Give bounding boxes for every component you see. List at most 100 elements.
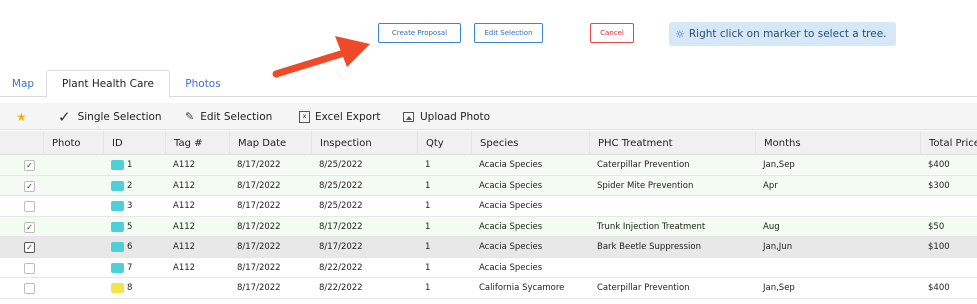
cell-id: 7 bbox=[103, 258, 165, 278]
row-checkbox[interactable]: ✓ bbox=[24, 180, 35, 192]
cell-months: Jan,Jun bbox=[763, 242, 793, 252]
table-row[interactable]: ✓ 2 A112 8/17/2022 8/25/2022 1 Acacia Species S… bbox=[0, 175, 977, 196]
table-row[interactable]: 8 8/17/2022 8/22/2022 1 California Sycamore C… bbox=[0, 278, 977, 299]
table-row[interactable]: 3 A112 8/17/2022 8/25/2022 1 Acacia Species bbox=[0, 196, 977, 217]
row-checkbox[interactable] bbox=[24, 262, 35, 274]
cell-tag: A112 bbox=[173, 262, 196, 273]
cell-total-price: $400 bbox=[928, 283, 950, 293]
column-header-months[interactable]: Months bbox=[755, 131, 920, 155]
cell-qty: 1 bbox=[425, 180, 431, 191]
single-selection-button[interactable]: ✓ Single Selection bbox=[58, 103, 162, 130]
cell-total-price bbox=[920, 258, 977, 278]
column-header-treatment[interactable]: PHC Treatment bbox=[589, 131, 755, 155]
cell-id: 2 bbox=[103, 176, 165, 196]
marker-color-swatch bbox=[111, 221, 124, 232]
cell-tag: A112 bbox=[173, 242, 196, 252]
grid-body: ✓ 1 A112 8/17/2022 8/25/2022 1 Acacia Species C… bbox=[0, 155, 977, 299]
row-checkbox[interactable]: ✓ bbox=[24, 221, 35, 233]
cell-id: 8 bbox=[103, 278, 165, 298]
column-header-species[interactable]: Species bbox=[471, 131, 589, 155]
column-header-qty[interactable]: Qty bbox=[417, 131, 471, 155]
tree-id: 8 bbox=[127, 283, 133, 293]
upload-photo-button[interactable]: Upload Photo bbox=[403, 103, 490, 130]
cell-inspection: 8/25/2022 bbox=[319, 160, 363, 170]
cell-id: 3 bbox=[103, 196, 165, 216]
cell-qty: 1 bbox=[425, 201, 431, 211]
cell-months: Aug bbox=[763, 221, 780, 232]
cell-tag: A112 bbox=[173, 201, 196, 211]
column-header-id[interactable]: ID bbox=[103, 131, 165, 155]
phc-grid: Photo ID Tag # Map Date Inspection Qty Species… bbox=[0, 131, 977, 299]
cell-total-price: $100 bbox=[928, 242, 950, 252]
marker-color-swatch bbox=[111, 242, 124, 252]
cell-total-price: $50 bbox=[928, 221, 945, 232]
excel-icon: x bbox=[299, 110, 310, 123]
cell-id: 1 bbox=[103, 155, 165, 175]
checkmark-icon: ✓ bbox=[58, 107, 71, 126]
row-checkbox[interactable]: ✓ bbox=[24, 242, 35, 253]
cell-inspection: 8/22/2022 bbox=[319, 283, 363, 293]
tree-id: 3 bbox=[127, 201, 133, 211]
row-checkbox[interactable]: ✓ bbox=[24, 160, 35, 171]
marker-color-swatch bbox=[111, 180, 124, 191]
cell-total-price: $300 bbox=[928, 180, 950, 191]
cell-tag bbox=[165, 278, 229, 298]
cell-species: Acacia Species bbox=[479, 242, 543, 252]
cell-species: Acacia Species bbox=[479, 180, 543, 191]
cell-inspection: 8/22/2022 bbox=[319, 262, 363, 273]
column-header-total-price[interactable]: Total Price bbox=[920, 131, 977, 155]
excel-export-button[interactable]: x Excel Export bbox=[299, 103, 381, 130]
cell-months bbox=[755, 258, 920, 278]
column-header-photo[interactable]: Photo bbox=[43, 131, 103, 155]
cell-species: Acacia Species bbox=[479, 201, 543, 211]
cell-tag: A112 bbox=[173, 221, 196, 232]
upload-photo-label: Upload Photo bbox=[420, 110, 491, 123]
cell-map-date: 8/17/2022 bbox=[237, 201, 281, 211]
cell-species: California Sycamore bbox=[479, 283, 565, 293]
column-header-map-date[interactable]: Map Date bbox=[229, 131, 311, 155]
cell-treatment: Trunk Injection Treatment bbox=[597, 221, 706, 232]
column-header-tag[interactable]: Tag # bbox=[165, 131, 229, 155]
table-row[interactable]: ✓ 6 A112 8/17/2022 8/17/2022 1 Acacia Species B… bbox=[0, 237, 977, 258]
marker-color-swatch bbox=[111, 201, 124, 211]
single-selection-label: Single Selection bbox=[77, 110, 162, 123]
cell-qty: 1 bbox=[425, 160, 431, 170]
row-checkbox[interactable] bbox=[24, 283, 35, 294]
tab-bar: Map Plant Health Care Photos bbox=[0, 70, 977, 98]
row-checkbox[interactable] bbox=[24, 201, 35, 212]
tab-map[interactable]: Map bbox=[0, 70, 46, 97]
tree-id: 6 bbox=[127, 242, 133, 252]
cell-months: Apr bbox=[763, 180, 778, 191]
cell-treatment: Bark Beetle Suppression bbox=[597, 242, 701, 252]
cell-treatment: Spider Mite Prevention bbox=[597, 180, 694, 191]
grid-toolbar: ★ ✓ Single Selection ✎ Edit Selection x … bbox=[0, 103, 977, 130]
edit-selection-label: Edit Selection bbox=[200, 110, 273, 123]
cell-map-date: 8/17/2022 bbox=[237, 221, 281, 232]
marker-color-swatch bbox=[111, 160, 124, 170]
cell-months: Jan,Sep bbox=[763, 283, 795, 293]
table-row[interactable]: 7 A112 8/17/2022 8/22/2022 1 Acacia Species bbox=[0, 258, 977, 278]
cell-total-price: $400 bbox=[928, 160, 950, 170]
cell-total-price bbox=[920, 196, 977, 216]
table-row[interactable]: ✓ 1 A112 8/17/2022 8/25/2022 1 Acacia Species C… bbox=[0, 155, 977, 176]
cell-species: Acacia Species bbox=[479, 262, 543, 273]
cell-treatment: Caterpillar Prevention bbox=[597, 283, 690, 293]
cell-inspection: 8/25/2022 bbox=[319, 201, 363, 211]
cell-species: Acacia Species bbox=[479, 221, 543, 232]
star-icon[interactable]: ★ bbox=[16, 103, 27, 130]
cell-qty: 1 bbox=[425, 242, 431, 252]
cell-map-date: 8/17/2022 bbox=[237, 160, 281, 170]
tab-plant-health-care[interactable]: Plant Health Care bbox=[46, 70, 170, 98]
cell-inspection: 8/25/2022 bbox=[319, 180, 363, 191]
marker-color-swatch bbox=[111, 262, 124, 273]
cell-id: 5 bbox=[103, 217, 165, 237]
tree-id: 7 bbox=[127, 262, 133, 273]
table-row[interactable]: ✓ 5 A112 8/17/2022 8/17/2022 1 Acacia Species T… bbox=[0, 216, 977, 237]
cell-inspection: 8/17/2022 bbox=[319, 221, 363, 232]
pencil-icon: ✎ bbox=[185, 110, 195, 123]
cell-months bbox=[755, 196, 920, 216]
tab-photos[interactable]: Photos bbox=[170, 70, 236, 97]
edit-selection-toolbar-button[interactable]: ✎ Edit Selection bbox=[185, 103, 272, 130]
cell-tag: A112 bbox=[173, 180, 196, 191]
column-header-inspection[interactable]: Inspection bbox=[311, 131, 417, 155]
